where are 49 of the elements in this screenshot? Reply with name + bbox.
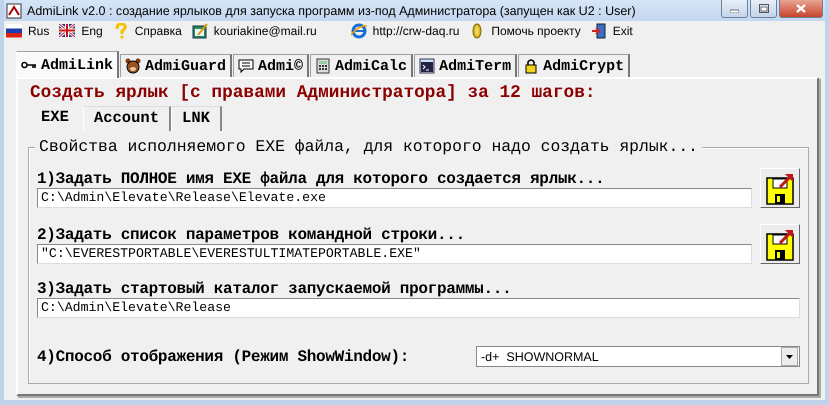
question-icon [112,23,129,39]
tab[interactable]: AdmiLink [16,51,120,78]
maximize-icon [758,4,768,13]
floppy-disk-icon [766,228,794,260]
tab[interactable]: LNK [171,106,222,131]
calculator-icon [315,58,332,74]
menu-item[interactable]: Exit [588,22,641,40]
field-label: 2)Задать список параметров командной строки... [37,226,466,244]
group-legend: Свойства исполняемого EXE файла, для которого надо создать ярлык... [35,137,702,156]
menu-item[interactable]: http://crw-daq.ru [348,22,468,40]
menu-item[interactable]: kouriakine@mail.ru [190,22,349,40]
bear-icon [125,58,142,74]
speech-bubble-icon [238,58,254,74]
menu-item[interactable]: Справка [110,22,190,40]
tab[interactable]: AdmiCalc [310,54,414,77]
close-icon [796,4,806,13]
save-button[interactable] [760,168,800,208]
flag-icon [59,23,76,39]
input-field[interactable]: C:\Admin\Elevate\Release\Elevate.exe [37,188,752,208]
close-button[interactable] [779,0,823,18]
input-field[interactable]: C:\Admin\Elevate\Release [37,298,800,318]
terminal-icon [419,58,436,74]
dropdown[interactable]: -d+ SHOWNORMAL [476,346,800,367]
app-icon [6,2,22,18]
input-field[interactable]: "C:\EVERESTPORTABLE\EVERESTULTIMATEPORTABLE.EXE" [37,244,752,264]
floppy-disk-icon [766,172,794,204]
menu-item[interactable]: Eng [57,22,111,40]
exit-door-icon [590,23,607,39]
heading: Создать ярлык [с правами Администратора] за 12 шагов: [30,83,597,103]
tab[interactable]: AdmiTerm [414,54,518,77]
save-button[interactable] [760,224,800,264]
field-label: 3)Задать стартовый каталог запускаемой программы... [37,280,512,298]
field-label: 4)Способ отображения (Режим ShowWindow): [37,348,410,366]
menu-item[interactable]: Помочь проекту [467,22,589,40]
tab[interactable]: EXE [30,106,83,131]
minimize-button[interactable] [721,0,748,18]
window-title: AdmiLink v2.0 : создание ярлыков для запуска программ из-под Администратора (запущен как U2 : User) [27,4,637,18]
browser-icon [350,23,367,39]
tab[interactable]: Admi© [233,54,310,77]
tab[interactable]: AdmiCrypt [518,54,630,77]
dropdown-arrow-icon [786,354,793,358]
menu-item[interactable]: Rus [4,22,58,40]
field-label: 1)Задать ПОЛНОЕ имя EXE файла для которого создается ярлык... [37,170,606,188]
maximize-button[interactable] [750,0,777,18]
tab[interactable]: AdmiGuard [120,54,232,77]
flag-icon [6,23,22,39]
notepad-icon [192,23,208,39]
tab[interactable]: Account [82,106,172,131]
padlock-icon [523,58,540,74]
